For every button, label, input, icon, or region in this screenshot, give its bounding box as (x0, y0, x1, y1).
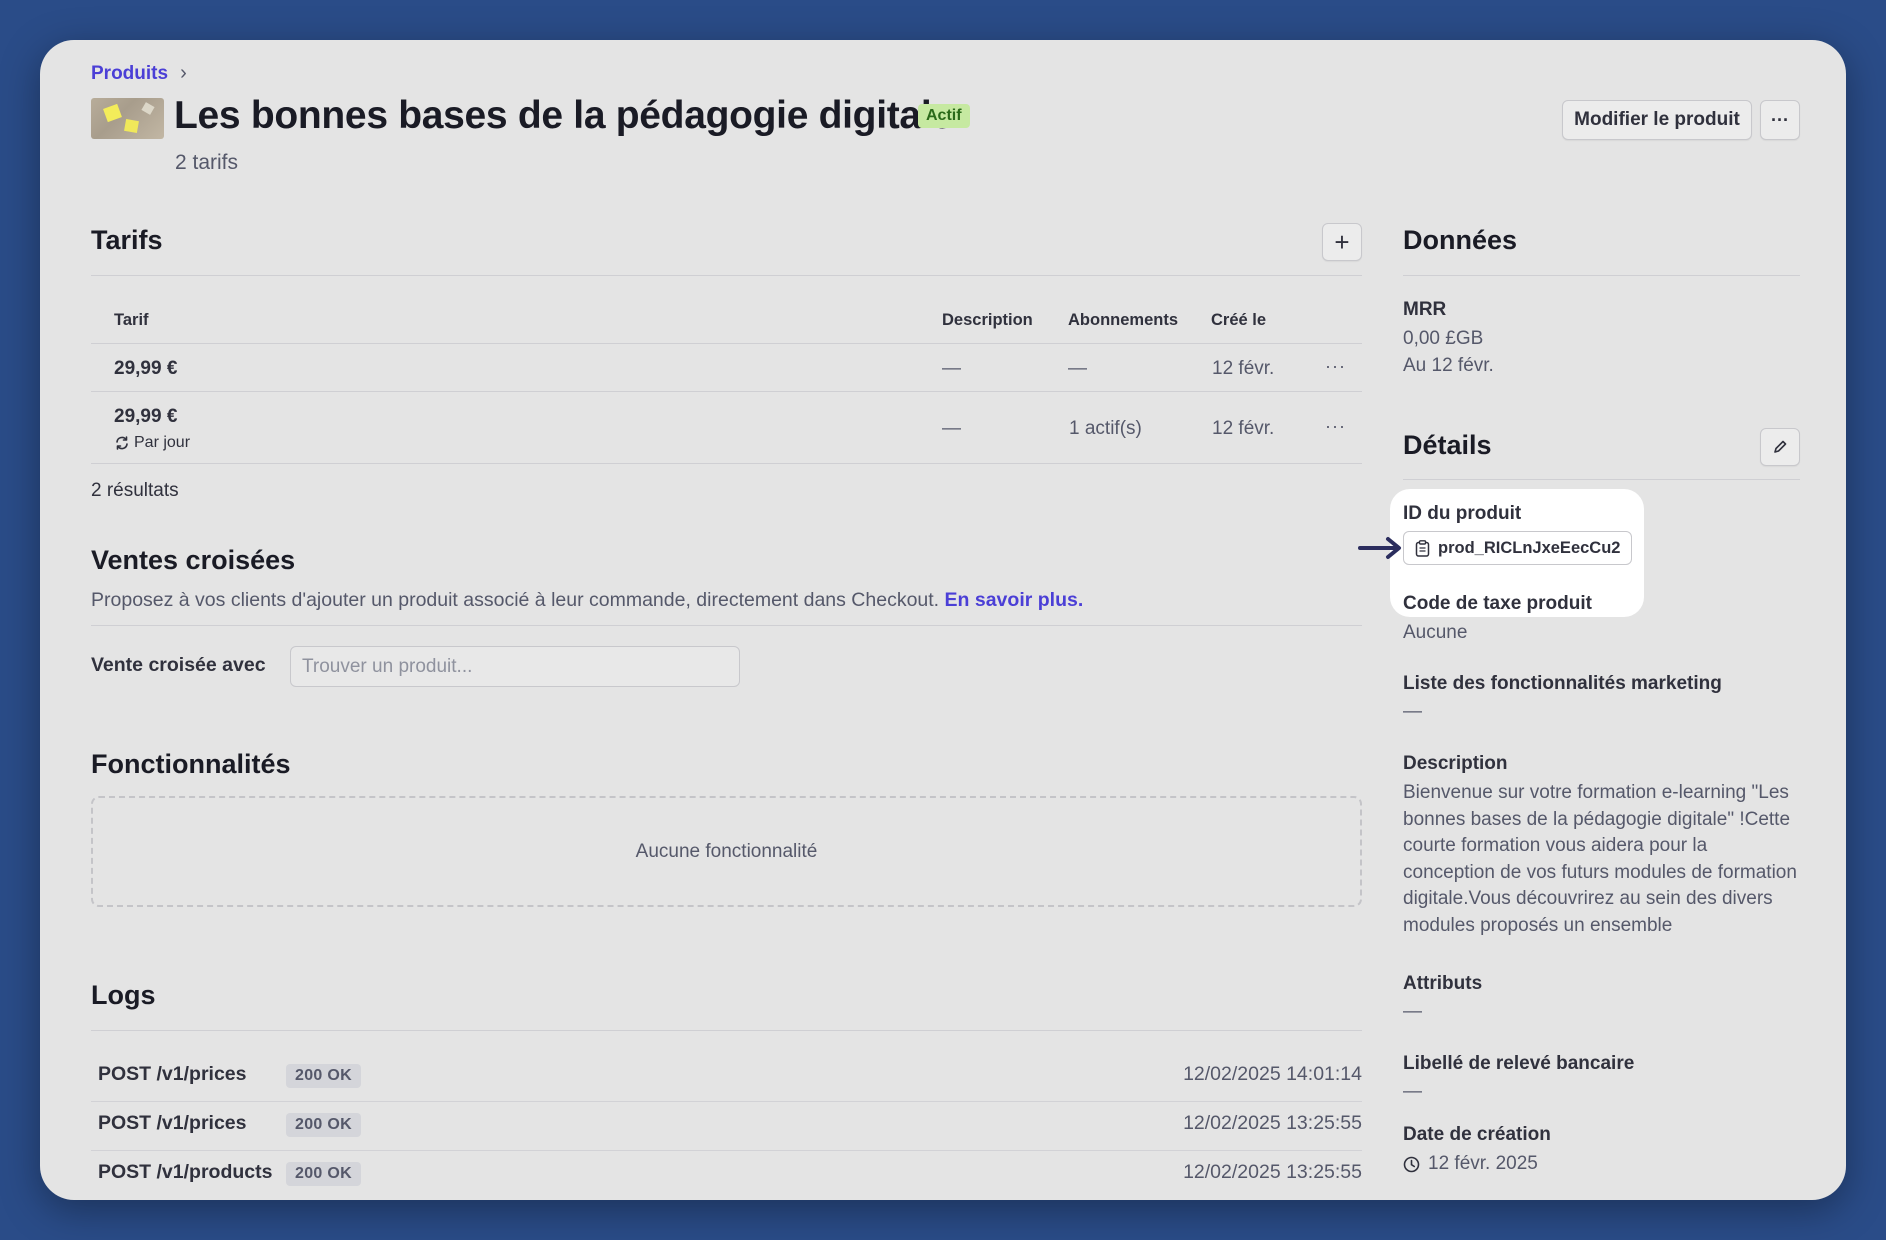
marketing-features-value: — (1403, 701, 1422, 722)
tax-code-value: Aucune (1403, 622, 1468, 643)
marketing-features-label: Liste des fonctionnalités marketing (1403, 673, 1722, 694)
attributes-value: — (1403, 1001, 1422, 1022)
features-empty-state: Aucune fonctionnalité (91, 796, 1362, 907)
mrr-label: MRR (1403, 299, 1447, 320)
price-description: — (942, 358, 961, 379)
status-badge: Actif (918, 104, 970, 128)
log-endpoint: POST /v1/prices (98, 1112, 247, 1134)
plus-icon: + (1334, 226, 1350, 257)
price-subscriptions: 1 actif(s) (1069, 418, 1142, 439)
log-status-badge: 200 OK (286, 1064, 361, 1088)
log-row[interactable]: POST /v1/products 200 OK 12/02/2025 13:2… (91, 1150, 1362, 1199)
row-more-button[interactable]: ··· (1325, 416, 1346, 437)
logs-section-title: Logs (91, 980, 156, 1010)
price-created: 12 févr. (1212, 418, 1275, 439)
description-label: Description (1403, 753, 1508, 774)
breadcrumb-products-link[interactable]: Produits (91, 63, 168, 85)
statement-descriptor-value: — (1403, 1081, 1422, 1102)
data-section-title: Données (1403, 225, 1518, 255)
created-date: 12 févr. 2025 (1403, 1153, 1538, 1175)
product-id-value: prod_RICLnJxeEecCu2 (1438, 538, 1621, 557)
tax-code-label: Code de taxe produit (1403, 593, 1592, 614)
details-section-title: Détails (1403, 430, 1492, 460)
log-timestamp: 12/02/2025 13:25:55 (1183, 1112, 1362, 1134)
created-date-label: Date de création (1403, 1124, 1551, 1145)
pricing-section-title: Tarifs (91, 225, 163, 255)
product-id-copy-chip[interactable]: prod_RICLnJxeEecCu2 (1403, 531, 1632, 565)
page-title: Les bonnes bases de la pédagogie digital… (174, 94, 953, 137)
cross-sell-field-label: Vente croisée avec (91, 654, 266, 676)
cross-sell-description: Proposez à vos clients d'ajouter un prod… (91, 589, 1084, 611)
log-status-badge: 200 OK (286, 1113, 361, 1137)
description-value: Bienvenue sur votre formation e-learning… (1403, 782, 1797, 936)
price-amount: 29,99 € (114, 358, 178, 379)
price-subscriptions: — (1068, 358, 1087, 379)
created-date-value: 12 févr. 2025 (1428, 1153, 1538, 1174)
log-row[interactable]: POST /v1/prices 200 OK 12/02/2025 14:01:… (91, 1052, 1362, 1101)
log-status-badge: 200 OK (286, 1162, 361, 1186)
statement-descriptor-label: Libellé de relevé bancaire (1403, 1053, 1635, 1074)
mrr-value: 0,00 £GB (1403, 328, 1484, 349)
log-endpoint: POST /v1/products (98, 1161, 273, 1183)
price-created: 12 févr. (1212, 358, 1275, 379)
row-more-button[interactable]: ··· (1325, 356, 1346, 377)
price-description: — (942, 418, 961, 439)
learn-more-link[interactable]: En savoir plus. (945, 589, 1084, 611)
column-header-description: Description (942, 311, 1033, 329)
recurring-icon (116, 436, 128, 450)
arrow-right-icon (1358, 537, 1401, 559)
results-count: 2 résultats (91, 480, 179, 501)
more-actions-button[interactable]: ··· (1760, 100, 1800, 140)
edit-details-button[interactable] (1760, 428, 1800, 466)
product-id-label: ID du produit (1403, 503, 1522, 524)
column-header-price: Tarif (114, 311, 149, 329)
cross-sell-search-input[interactable] (290, 646, 740, 687)
add-price-button[interactable]: + (1322, 223, 1362, 261)
pencil-icon (1774, 440, 1787, 453)
clipboard-icon (1415, 539, 1430, 557)
product-page-card: Produits › Les bonnes bases de la pédago… (40, 40, 1846, 1200)
features-empty-label: Aucune fonctionnalité (635, 840, 818, 862)
log-timestamp: 12/02/2025 13:25:55 (1183, 1161, 1362, 1183)
mrr-date: Au 12 févr. (1403, 355, 1494, 376)
price-count: 2 tarifs (175, 151, 239, 174)
cross-sell-section-title: Ventes croisées (91, 545, 296, 575)
column-header-created: Créé le (1211, 311, 1267, 329)
recurring-indicator: Par jour (114, 434, 190, 452)
log-row[interactable]: POST /v1/prices 200 OK 12/02/2025 13:25:… (91, 1101, 1362, 1150)
log-timestamp: 12/02/2025 14:01:14 (1183, 1063, 1362, 1085)
attributes-label: Attributs (1403, 973, 1483, 994)
product-thumbnail (91, 98, 164, 139)
recurring-label: Par jour (134, 434, 191, 451)
divider (91, 275, 1362, 276)
edit-product-button[interactable]: Modifier le produit (1562, 100, 1752, 140)
column-header-subscriptions: Abonnements (1068, 311, 1179, 329)
chevron-right-icon: › (180, 62, 187, 84)
clock-icon (1403, 1156, 1420, 1172)
log-endpoint: POST /v1/prices (98, 1063, 247, 1085)
features-section-title: Fonctionnalités (91, 749, 291, 779)
price-amount: 29,99 € (114, 406, 178, 427)
breadcrumb: Produits › (91, 62, 187, 85)
